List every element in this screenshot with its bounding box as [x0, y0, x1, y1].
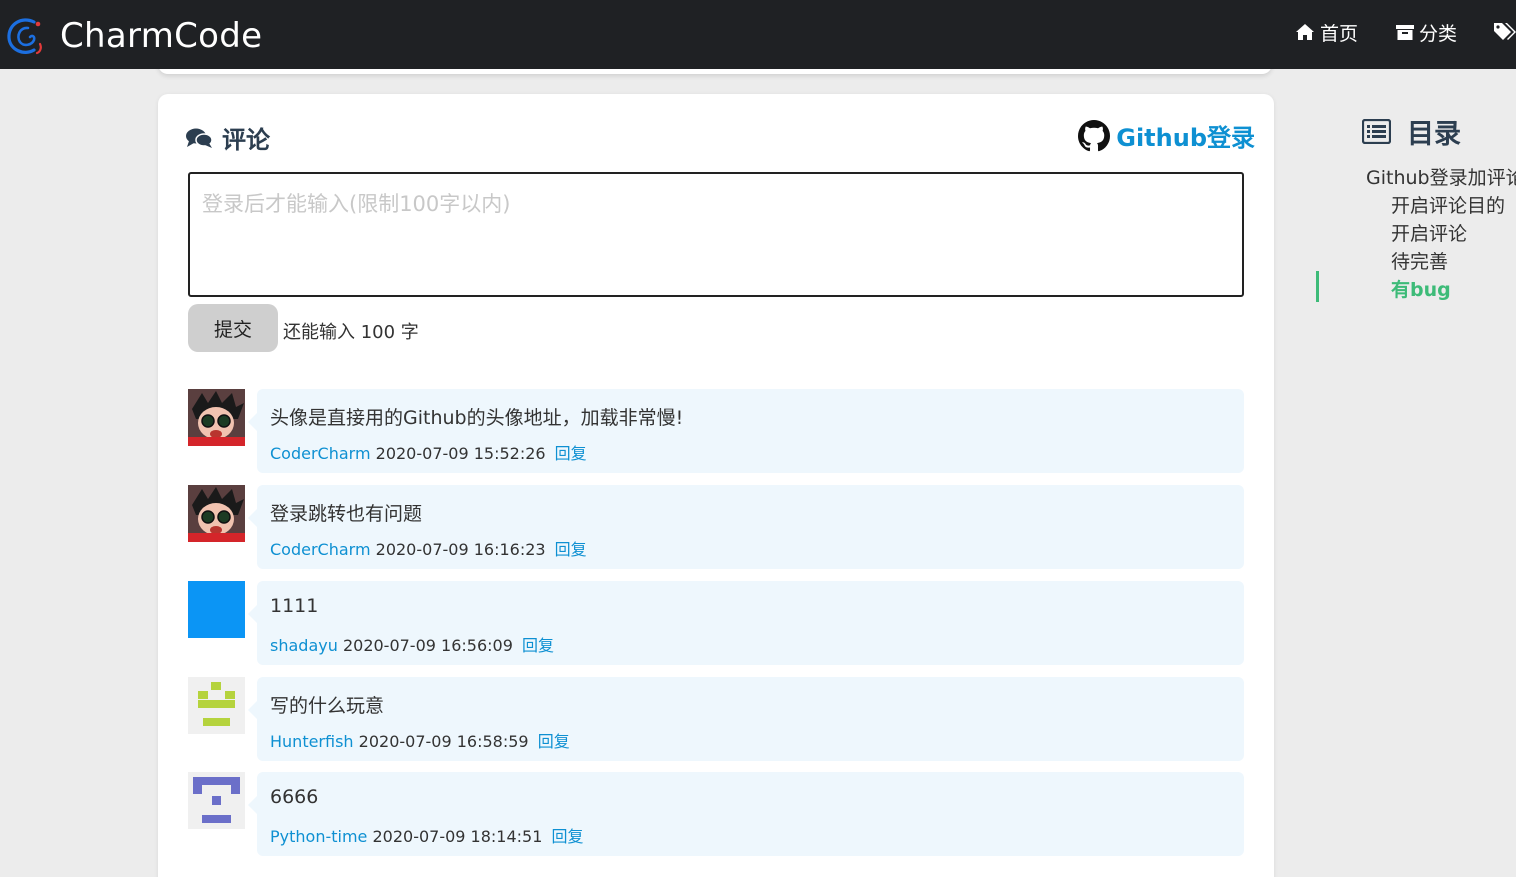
- toc-item-todo[interactable]: 待完善: [1391, 247, 1448, 274]
- home-icon: [1296, 24, 1314, 40]
- toc-active-indicator: [1316, 271, 1319, 302]
- comment-time: 2020-07-09 16:58:59: [358, 732, 529, 751]
- cartoon-avatar-icon: [188, 389, 245, 446]
- comment-item: 1111 shadayu 2020-07-09 16:56:09 回复: [188, 581, 1244, 665]
- comment-author[interactable]: Hunterfish: [270, 732, 354, 751]
- toc-title: 目录: [1407, 119, 1461, 150]
- remaining-chars-text: 还能输入 100 字: [283, 322, 419, 343]
- user-avatar[interactable]: [188, 772, 245, 829]
- comment-text: 1111: [270, 595, 319, 617]
- comments-title: 评论: [222, 126, 270, 154]
- comment-time: 2020-07-09 18:14:51: [372, 827, 543, 846]
- top-navbar: CharmCode 首页 分类: [0, 0, 1516, 69]
- toc-item-enable[interactable]: 开启评论: [1391, 219, 1467, 246]
- comment-meta: shadayu 2020-07-09 16:56:09 回复: [270, 632, 554, 656]
- reply-link[interactable]: 回复: [538, 732, 570, 751]
- submit-button[interactable]: 提交: [188, 304, 278, 352]
- comment-bubble: 头像是直接用的Github的头像地址，加载非常慢! CoderCharm 202…: [248, 389, 1244, 473]
- comment-item: 6666 Python-time 2020-07-09 18:14:51 回复: [188, 772, 1244, 856]
- blue-square-avatar-icon: [188, 581, 245, 638]
- comment-time: 2020-07-09 16:16:23: [375, 540, 546, 559]
- archive-icon: [1396, 24, 1414, 40]
- comment-author[interactable]: CoderCharm: [270, 444, 371, 463]
- reply-link[interactable]: 回复: [555, 444, 587, 463]
- comment-text: 登录跳转也有问题: [270, 503, 423, 525]
- github-login-label: Github登录: [1116, 124, 1255, 152]
- comment-author[interactable]: CoderCharm: [270, 540, 371, 559]
- comments-card: 评论 Github登录 提交 还能输入 100 字 头像是直接用的Github的…: [158, 94, 1274, 877]
- comment-meta: CoderCharm 2020-07-09 15:52:26 回复: [270, 440, 587, 464]
- comment-time: 2020-07-09 16:56:09: [342, 636, 513, 655]
- toc-item-purpose[interactable]: 开启评论目的: [1391, 191, 1505, 218]
- tags-icon: [1494, 23, 1516, 40]
- comment-time: 2020-07-09 15:52:26: [375, 444, 546, 463]
- reply-link[interactable]: 回复: [552, 827, 584, 846]
- comment-text: 6666: [270, 786, 319, 808]
- comments-icon: [186, 128, 213, 148]
- comment-author[interactable]: Python-time: [270, 827, 367, 846]
- cartoon-avatar-icon: [188, 485, 245, 542]
- comment-author[interactable]: shadayu: [270, 636, 338, 655]
- comment-meta: CoderCharm 2020-07-09 16:16:23 回复: [270, 536, 587, 560]
- github-icon: [1078, 119, 1111, 151]
- user-avatar[interactable]: [188, 485, 245, 542]
- charmcode-logo-icon: [7, 18, 42, 55]
- comment-bubble: 写的什么玩意 Hunterfish 2020-07-09 16:58:59 回复: [248, 677, 1244, 761]
- comment-bubble: 6666 Python-time 2020-07-09 18:14:51 回复: [248, 772, 1244, 856]
- comment-item: 登录跳转也有问题 CoderCharm 2020-07-09 16:16:23 …: [188, 485, 1244, 569]
- nav-category-label: 分类: [1419, 22, 1458, 45]
- green-identicon-avatar-icon: [188, 677, 245, 734]
- user-avatar[interactable]: [188, 389, 245, 446]
- comments-heading: 评论: [185, 120, 270, 155]
- brand-name: CharmCode: [60, 16, 263, 56]
- user-avatar[interactable]: [188, 581, 245, 638]
- user-avatar[interactable]: [188, 677, 245, 734]
- nav-home-label: 首页: [1320, 22, 1359, 45]
- reply-link[interactable]: 回复: [522, 636, 554, 655]
- comment-meta: Python-time 2020-07-09 18:14:51 回复: [270, 823, 584, 847]
- toc-item-github-login[interactable]: Github登录加评论: [1366, 163, 1516, 190]
- comment-bubble: 1111 shadayu 2020-07-09 16:56:09 回复: [248, 581, 1244, 665]
- comment-item: 写的什么玩意 Hunterfish 2020-07-09 16:58:59 回复: [188, 677, 1244, 761]
- nav-home[interactable]: 首页: [1295, 20, 1359, 45]
- toc-item-bug[interactable]: 有bug: [1391, 275, 1451, 302]
- brand-link[interactable]: CharmCode: [4, 14, 262, 58]
- list-icon: [1362, 119, 1391, 144]
- comment-text: 头像是直接用的Github的头像地址，加载非常慢!: [270, 407, 684, 429]
- comment-text: 写的什么玩意: [270, 695, 385, 717]
- github-login-link[interactable]: Github登录: [1078, 118, 1255, 153]
- purple-identicon-avatar-icon: [188, 772, 245, 829]
- comment-meta: Hunterfish 2020-07-09 16:58:59 回复: [270, 728, 570, 752]
- toc-heading: 目录: [1362, 112, 1461, 151]
- reply-link[interactable]: 回复: [555, 540, 587, 559]
- nav-tags[interactable]: [1493, 20, 1516, 44]
- comment-item: 头像是直接用的Github的头像地址，加载非常慢! CoderCharm 202…: [188, 389, 1244, 473]
- comment-bubble: 登录跳转也有问题 CoderCharm 2020-07-09 16:16:23 …: [248, 485, 1244, 569]
- comment-input[interactable]: [188, 172, 1244, 297]
- nav-category[interactable]: 分类: [1396, 20, 1458, 45]
